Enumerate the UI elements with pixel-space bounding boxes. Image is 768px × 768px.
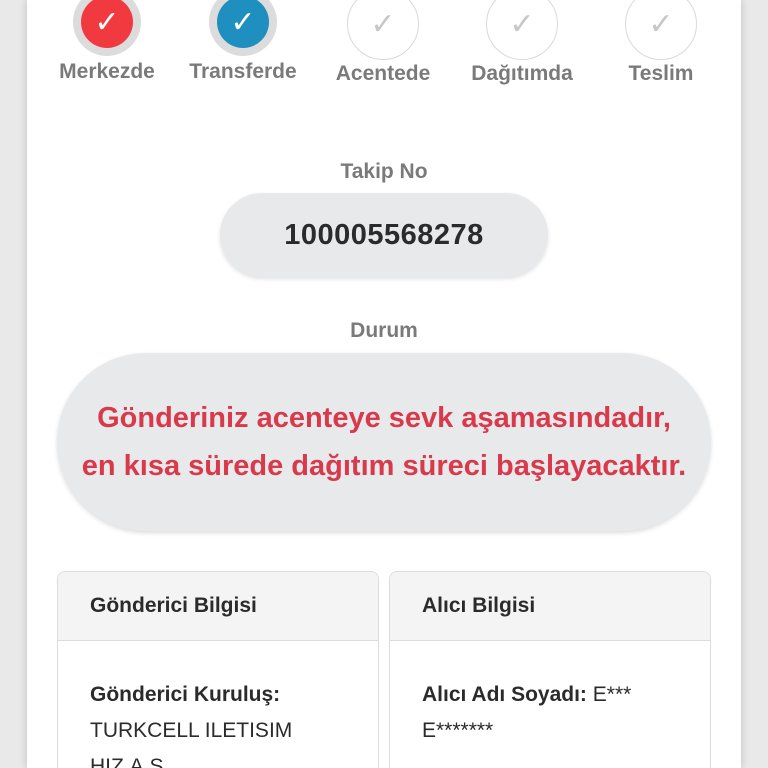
sender-org-key: Gönderici Kuruluş:	[90, 683, 281, 706]
receiver-name-key: Alıcı Adı Soyadı:	[422, 683, 587, 706]
step-transferde: ✓ Transferde	[173, 0, 313, 84]
step-acentede: ✓ Acentede	[313, 0, 453, 86]
step-transferde-circle: ✓	[209, 0, 277, 56]
tracking-number-value: 100005568278	[220, 193, 548, 277]
step-acentede-label: Acentede	[335, 62, 431, 85]
sender-info-card: Gönderici Bilgisi Gönderici Kuruluş: TUR…	[57, 571, 379, 768]
tracking-number-label: Takip No	[340, 160, 428, 183]
step-merkezde-label: Merkezde	[59, 60, 155, 83]
sender-org-value: TURKCELL ILETISIM HIZ.A.S.	[90, 719, 293, 768]
shipment-progress-steps: ✓ Merkezde ✓ Transferde ✓ Acentede ✓ Dağ…	[27, 0, 741, 100]
check-icon: ✓	[81, 0, 133, 48]
receiver-info-body: Alıcı Adı Soyadı: E*** E*******	[390, 641, 710, 749]
check-icon: ✓	[217, 0, 269, 48]
check-icon: ✓	[347, 0, 419, 60]
step-dagitimda-label: Dağıtımda	[471, 62, 573, 85]
status-message: Gönderiniz acenteye sevk aşamasındadır, …	[57, 353, 711, 531]
sender-info-title: Gönderici Bilgisi	[58, 572, 378, 641]
sender-info-body: Gönderici Kuruluş: TURKCELL ILETISIM HIZ…	[58, 641, 378, 768]
step-merkezde-circle: ✓	[73, 0, 141, 56]
step-merkezde: ✓ Merkezde	[37, 0, 177, 84]
check-icon: ✓	[486, 0, 558, 60]
step-transferde-label: Transferde	[189, 60, 297, 83]
step-teslim: ✓ Teslim	[591, 0, 731, 86]
receiver-info-card: Alıcı Bilgisi Alıcı Adı Soyadı: E*** E**…	[389, 571, 711, 768]
tracking-page: ✓ Merkezde ✓ Transferde ✓ Acentede ✓ Dağ…	[27, 0, 741, 768]
step-dagitimda: ✓ Dağıtımda	[452, 0, 592, 86]
step-teslim-label: Teslim	[628, 62, 694, 85]
check-icon: ✓	[625, 0, 697, 60]
receiver-info-title: Alıcı Bilgisi	[390, 572, 710, 641]
status-label: Durum	[350, 319, 418, 342]
